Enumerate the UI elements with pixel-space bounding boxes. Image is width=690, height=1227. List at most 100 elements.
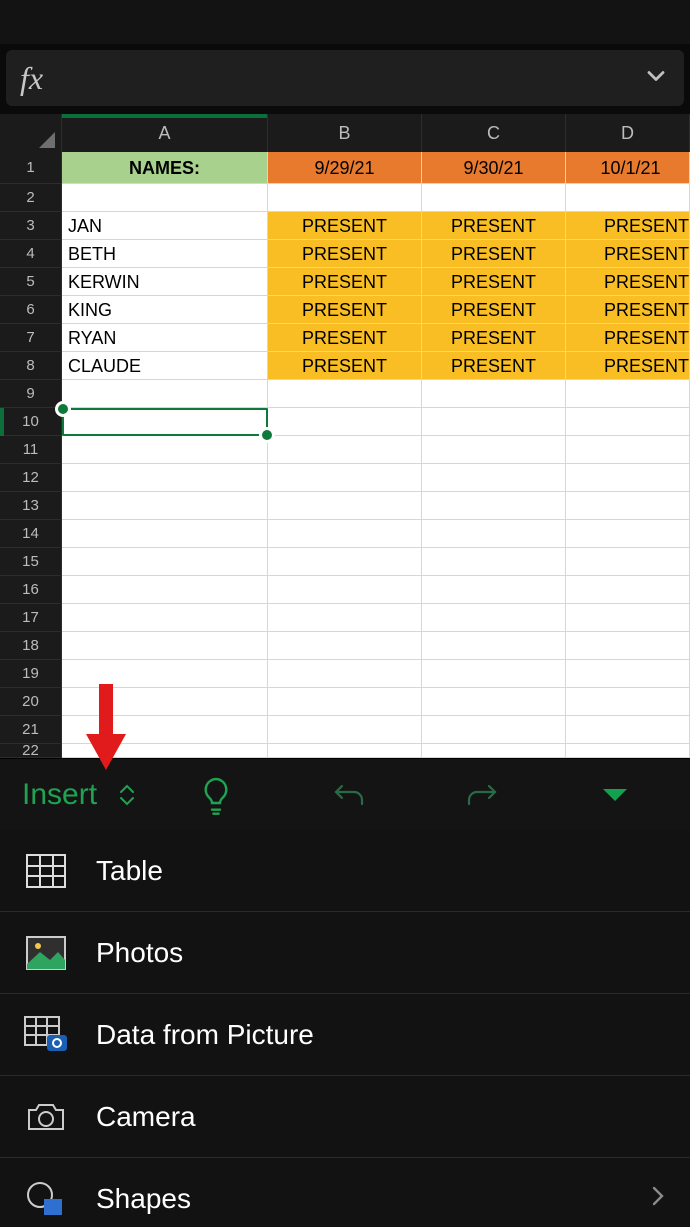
column-header-B[interactable]: B xyxy=(268,114,422,152)
row-number[interactable]: 21 xyxy=(0,716,62,744)
cell[interactable] xyxy=(566,660,690,688)
row-number[interactable]: 19 xyxy=(0,660,62,688)
row-number[interactable]: 1 xyxy=(0,152,62,184)
cell[interactable] xyxy=(422,604,566,632)
cell-name[interactable]: KING xyxy=(62,296,268,324)
cell-name[interactable]: BETH xyxy=(62,240,268,268)
cell[interactable] xyxy=(566,408,690,436)
cell[interactable] xyxy=(422,576,566,604)
spreadsheet-grid[interactable]: A B C D 1 NAMES: 9/29/21 9/30/21 10/1/21… xyxy=(0,114,690,758)
cell[interactable] xyxy=(566,184,690,212)
cell[interactable] xyxy=(566,604,690,632)
row-number[interactable]: 7 xyxy=(0,324,62,352)
cell[interactable] xyxy=(268,744,422,758)
row-number[interactable]: 10 xyxy=(0,408,62,436)
cell[interactable] xyxy=(268,408,422,436)
cell[interactable] xyxy=(422,688,566,716)
row-number[interactable]: 12 xyxy=(0,464,62,492)
cell-present[interactable]: PRESENT xyxy=(422,296,566,324)
cell-C1[interactable]: 9/30/21 xyxy=(422,152,566,184)
cell[interactable] xyxy=(566,744,690,758)
menu-item-photos[interactable]: Photos xyxy=(0,912,690,994)
undo-button[interactable] xyxy=(282,780,415,810)
row-number[interactable]: 3 xyxy=(0,212,62,240)
cell[interactable] xyxy=(422,520,566,548)
row-number[interactable]: 20 xyxy=(0,688,62,716)
cell[interactable] xyxy=(62,548,268,576)
cell[interactable] xyxy=(422,436,566,464)
cell[interactable] xyxy=(62,184,268,212)
ribbon-tab-selector[interactable]: Insert xyxy=(8,759,149,830)
cell-present[interactable]: PRESENT xyxy=(268,268,422,296)
cell-present[interactable]: PRESENT xyxy=(566,268,690,296)
cell[interactable] xyxy=(268,660,422,688)
cell[interactable] xyxy=(62,604,268,632)
cell[interactable] xyxy=(566,632,690,660)
cell[interactable] xyxy=(268,436,422,464)
row-number[interactable]: 22 xyxy=(0,744,62,758)
row-number[interactable]: 14 xyxy=(0,520,62,548)
cell-present[interactable]: PRESENT xyxy=(268,324,422,352)
cell[interactable] xyxy=(566,492,690,520)
menu-item-data-from-picture[interactable]: Data from Picture xyxy=(0,994,690,1076)
cell-name[interactable]: CLAUDE xyxy=(62,352,268,380)
cell-present[interactable]: PRESENT xyxy=(566,212,690,240)
row-number[interactable]: 5 xyxy=(0,268,62,296)
cell[interactable] xyxy=(566,436,690,464)
row-number[interactable]: 8 xyxy=(0,352,62,380)
cell[interactable] xyxy=(62,744,268,758)
cell[interactable] xyxy=(566,380,690,408)
row-number[interactable]: 15 xyxy=(0,548,62,576)
cell-present[interactable]: PRESENT xyxy=(566,352,690,380)
column-header-A[interactable]: A xyxy=(62,114,268,152)
cell[interactable] xyxy=(566,520,690,548)
cell[interactable] xyxy=(422,660,566,688)
cell-name[interactable]: JAN xyxy=(62,212,268,240)
row-number[interactable]: 6 xyxy=(0,296,62,324)
cell[interactable] xyxy=(422,408,566,436)
cell-present[interactable]: PRESENT xyxy=(268,212,422,240)
menu-item-table[interactable]: Table xyxy=(0,830,690,912)
cell[interactable] xyxy=(422,744,566,758)
row-number[interactable]: 18 xyxy=(0,632,62,660)
cell-selected[interactable] xyxy=(62,408,268,436)
row-number[interactable]: 16 xyxy=(0,576,62,604)
chevron-down-icon[interactable] xyxy=(642,62,670,95)
cell[interactable] xyxy=(268,632,422,660)
collapse-ribbon-button[interactable] xyxy=(549,785,682,805)
row-number[interactable]: 13 xyxy=(0,492,62,520)
cell[interactable] xyxy=(268,576,422,604)
cell[interactable] xyxy=(566,576,690,604)
cell-A1[interactable]: NAMES: xyxy=(62,152,268,184)
cell-present[interactable]: PRESENT xyxy=(422,268,566,296)
cell[interactable] xyxy=(268,380,422,408)
cell[interactable] xyxy=(268,492,422,520)
menu-item-camera[interactable]: Camera xyxy=(0,1076,690,1158)
cell[interactable] xyxy=(62,688,268,716)
cell-D1[interactable]: 10/1/21 xyxy=(566,152,690,184)
cell-present[interactable]: PRESENT xyxy=(422,324,566,352)
cell[interactable] xyxy=(422,380,566,408)
cell[interactable] xyxy=(422,548,566,576)
row-number[interactable]: 17 xyxy=(0,604,62,632)
cell[interactable] xyxy=(62,380,268,408)
cell[interactable] xyxy=(268,464,422,492)
row-number[interactable]: 9 xyxy=(0,380,62,408)
cell-present[interactable]: PRESENT xyxy=(422,212,566,240)
cell[interactable] xyxy=(566,548,690,576)
cell[interactable] xyxy=(566,716,690,744)
cell-present[interactable]: PRESENT xyxy=(422,240,566,268)
cell[interactable] xyxy=(62,632,268,660)
cell-present[interactable]: PRESENT xyxy=(268,240,422,268)
cell-present[interactable]: PRESENT xyxy=(566,240,690,268)
menu-item-shapes[interactable]: Shapes xyxy=(0,1158,690,1227)
cell-present[interactable]: PRESENT xyxy=(268,296,422,324)
cell[interactable] xyxy=(268,716,422,744)
cell[interactable] xyxy=(268,688,422,716)
cell[interactable] xyxy=(422,184,566,212)
cell-name[interactable]: RYAN xyxy=(62,324,268,352)
cell[interactable] xyxy=(62,716,268,744)
row-number[interactable]: 11 xyxy=(0,436,62,464)
cell[interactable] xyxy=(566,464,690,492)
column-header-D[interactable]: D xyxy=(566,114,690,152)
